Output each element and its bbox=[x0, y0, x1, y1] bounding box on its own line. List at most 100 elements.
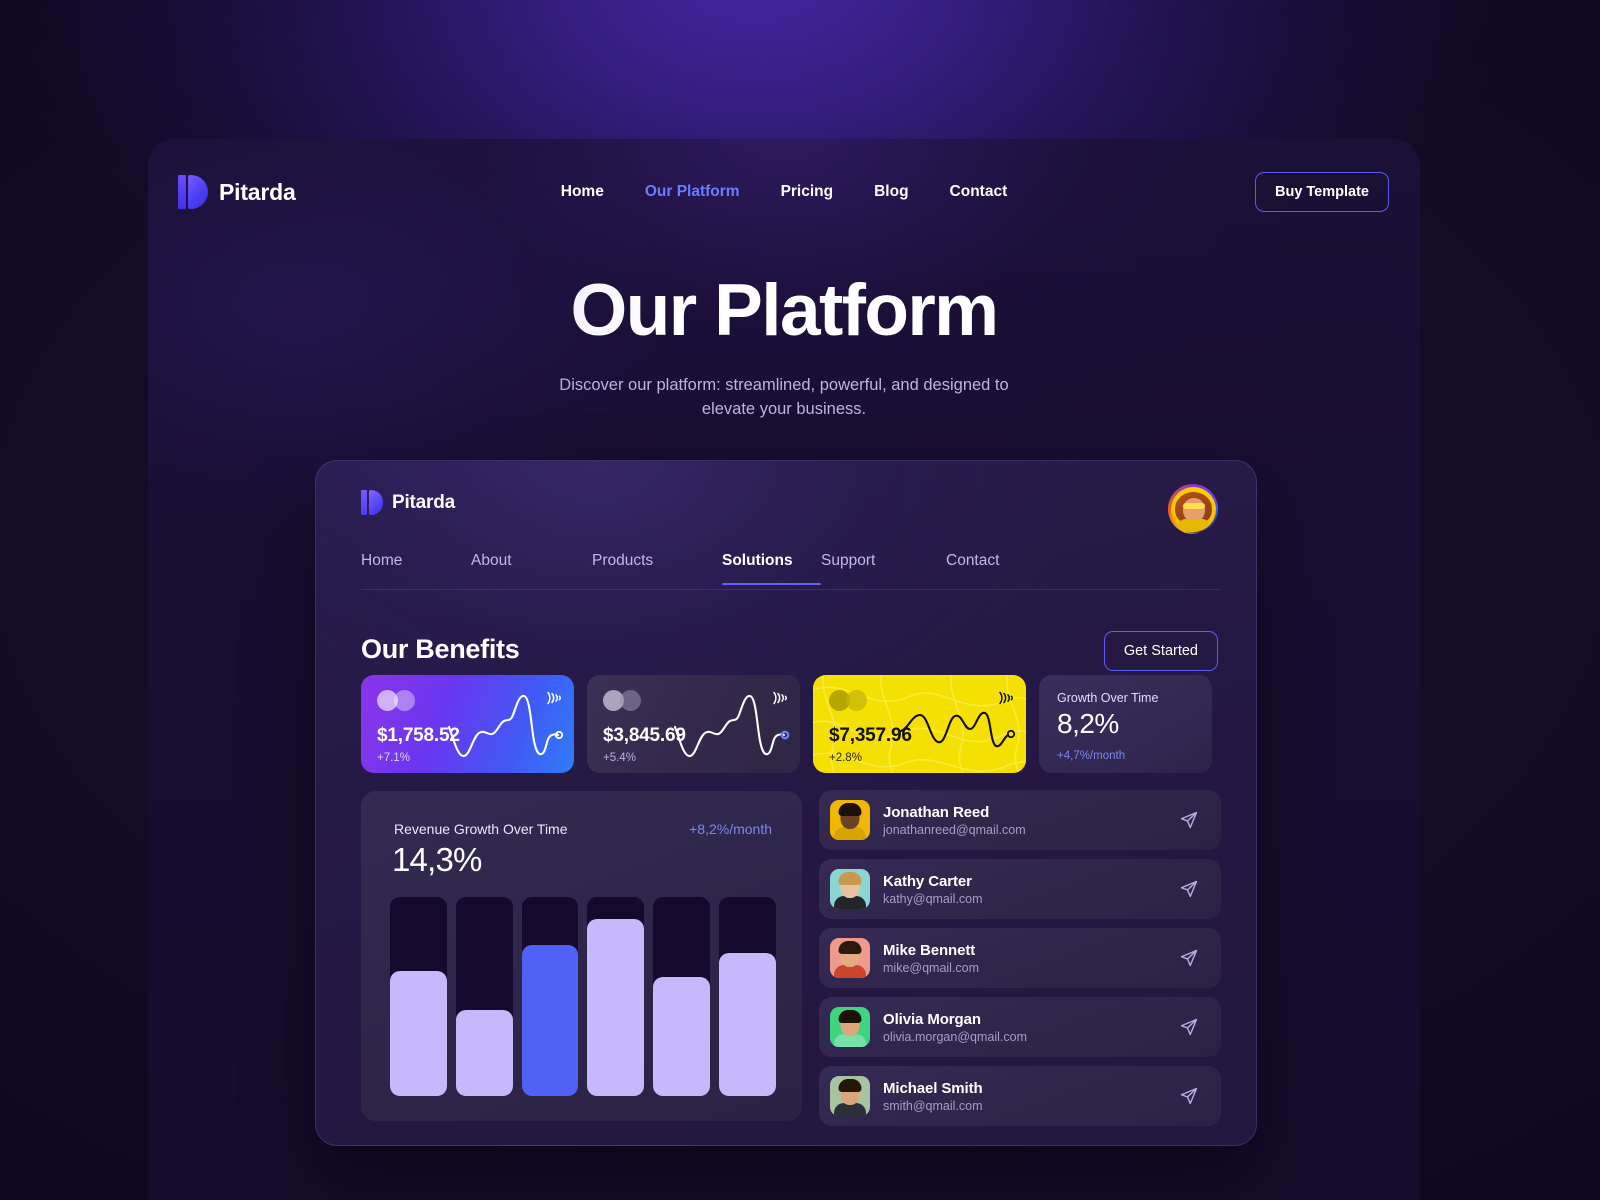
bar-column bbox=[521, 897, 579, 1096]
contact-email: mike@qmail.com bbox=[883, 960, 980, 975]
dashboard-tabs: Home About Products Solutions Support Co… bbox=[361, 552, 1221, 585]
list-item[interactable]: Michael Smith smith@qmail.com bbox=[819, 1066, 1221, 1126]
card-chip-icon bbox=[829, 690, 867, 711]
card-sparkline bbox=[447, 694, 564, 758]
balance-card-secondary[interactable]: $3,845.69 +5.4% bbox=[587, 675, 800, 773]
dashboard-logo[interactable]: Pitarda bbox=[361, 490, 455, 515]
bar-column bbox=[653, 897, 711, 1096]
pitarda-logo-icon bbox=[178, 175, 208, 209]
tab-home[interactable]: Home bbox=[361, 552, 471, 584]
card-delta: +2.8% bbox=[829, 752, 862, 764]
hero-subtitle-line1: Discover our platform: streamlined, powe… bbox=[559, 376, 1009, 394]
contact-name: Mike Bennett bbox=[883, 941, 976, 959]
contact-avatar bbox=[830, 1076, 870, 1116]
nav-item-our-platform[interactable]: Our Platform bbox=[645, 183, 740, 201]
contact-email: olivia.morgan@qmail.com bbox=[883, 1029, 1027, 1044]
revenue-bar-chart bbox=[390, 897, 776, 1096]
contact-email: jonathanreed@qmail.com bbox=[883, 822, 1026, 837]
top-navbar: Pitarda Home Our Platform Pricing Blog C… bbox=[148, 139, 1420, 245]
balance-card-primary[interactable]: $1,758.52 +7.1% bbox=[361, 675, 574, 773]
nav-item-home[interactable]: Home bbox=[561, 183, 604, 201]
list-item[interactable]: Kathy Carter kathy@qmail.com bbox=[819, 859, 1221, 919]
contact-text: Kathy Carter kathy@qmail.com bbox=[883, 873, 983, 906]
card-chip-icon bbox=[377, 690, 415, 711]
contact-name: Michael Smith bbox=[883, 1079, 983, 1097]
bar-fill bbox=[653, 976, 711, 1096]
bar-fill bbox=[521, 944, 579, 1096]
list-item[interactable]: Mike Bennett mike@qmail.com bbox=[819, 928, 1221, 988]
growth-card-value: 8,2% bbox=[1057, 708, 1119, 739]
hero-subtitle-line2: elevate your business. bbox=[701, 399, 867, 418]
dashboard-panel: Pitarda Home About Products Solutions Su… bbox=[315, 460, 1257, 1146]
avatar[interactable] bbox=[1168, 484, 1218, 534]
contact-avatar bbox=[830, 800, 870, 840]
nav-item-blog[interactable]: Blog bbox=[874, 183, 908, 201]
list-item[interactable]: Olivia Morgan olivia.morgan@qmail.com bbox=[819, 997, 1221, 1057]
tab-solutions[interactable]: Solutions bbox=[722, 552, 821, 585]
revenue-chart-annotation: +8,2%/month bbox=[689, 821, 772, 837]
dashboard-brand-name: Pitarda bbox=[392, 491, 456, 513]
contact-text: Jonathan Reed jonathanreed@qmail.com bbox=[883, 804, 1026, 837]
contact-text: Michael Smith smith@qmail.com bbox=[883, 1080, 983, 1113]
card-sparkline bbox=[673, 694, 790, 758]
pitarda-logo-icon-small bbox=[361, 490, 383, 515]
get-started-button[interactable]: Get Started bbox=[1103, 631, 1218, 671]
site-logo[interactable]: Pitarda bbox=[178, 175, 296, 209]
site-brand-name: Pitarda bbox=[219, 178, 296, 205]
tab-products[interactable]: Products bbox=[592, 552, 722, 584]
revenue-chart-panel: Revenue Growth Over Time 14,3% +8,2%/mon… bbox=[361, 791, 802, 1121]
contact-text: Olivia Morgan olivia.morgan@qmail.com bbox=[883, 1011, 1027, 1044]
bar-fill bbox=[390, 970, 447, 1096]
contact-name: Olivia Morgan bbox=[883, 1010, 981, 1028]
send-icon[interactable] bbox=[1179, 879, 1199, 899]
nav-item-contact[interactable]: Contact bbox=[950, 183, 1008, 201]
hero-subtitle: Discover our platform: streamlined, powe… bbox=[148, 374, 1420, 422]
page-title: Our Platform bbox=[570, 270, 1000, 351]
main-nav-links: Home Our Platform Pricing Blog Contact bbox=[561, 183, 1008, 201]
send-icon[interactable] bbox=[1179, 1017, 1199, 1037]
tab-about[interactable]: About bbox=[471, 552, 592, 584]
contact-name: Jonathan Reed bbox=[883, 803, 990, 821]
contact-name: Kathy Carter bbox=[883, 872, 972, 890]
bar-fill bbox=[455, 1010, 513, 1096]
growth-over-time-card[interactable]: Growth Over Time 8,2% +4,7%/month bbox=[1039, 675, 1212, 773]
balance-card-yellow[interactable]: $7,357.96 +2.8% bbox=[813, 675, 1026, 773]
avatar-image bbox=[1170, 486, 1216, 532]
list-item[interactable]: Jonathan Reed jonathanreed@qmail.com bbox=[819, 790, 1221, 850]
bar-column bbox=[719, 897, 776, 1096]
growth-card-sub: +4,7%/month bbox=[1057, 750, 1126, 762]
send-icon[interactable] bbox=[1179, 1086, 1199, 1106]
nav-item-pricing[interactable]: Pricing bbox=[781, 183, 834, 201]
stat-cards-row: $1,758.52 +7.1% $3,845.69 +5.4% $7,357.9… bbox=[361, 675, 1221, 773]
card-amount: $7,357.96 bbox=[829, 725, 912, 746]
send-icon[interactable] bbox=[1179, 948, 1199, 968]
tab-contact[interactable]: Contact bbox=[946, 552, 999, 584]
card-delta: +7.1% bbox=[377, 752, 410, 764]
revenue-chart-value: 14,3% bbox=[392, 841, 482, 878]
send-icon[interactable] bbox=[1179, 810, 1199, 830]
card-amount: $3,845.69 bbox=[603, 725, 686, 746]
section-title: Our Benefits bbox=[361, 634, 520, 664]
contact-avatar bbox=[830, 1007, 870, 1047]
tabs-divider bbox=[361, 589, 1221, 590]
buy-template-button[interactable]: Buy Template bbox=[1254, 172, 1389, 212]
contact-avatar bbox=[830, 869, 870, 909]
bar-fill bbox=[587, 918, 645, 1096]
card-delta: +5.4% bbox=[603, 752, 636, 764]
bar-column bbox=[390, 897, 447, 1096]
tab-support[interactable]: Support bbox=[821, 552, 946, 584]
site-container: Pitarda Home Our Platform Pricing Blog C… bbox=[148, 139, 1420, 1200]
contact-text: Mike Bennett mike@qmail.com bbox=[883, 942, 979, 975]
contact-email: kathy@qmail.com bbox=[883, 891, 983, 906]
bar-column bbox=[455, 897, 513, 1096]
card-sparkline bbox=[899, 711, 1016, 748]
hero-section: Our Platform Discover our platform: stre… bbox=[148, 274, 1420, 422]
bar-column bbox=[587, 897, 645, 1096]
card-amount: $1,758.52 bbox=[377, 725, 460, 746]
contact-email: smith@qmail.com bbox=[883, 1098, 983, 1113]
contacts-list: Jonathan Reed jonathanreed@qmail.com Kathy… bbox=[819, 790, 1221, 1135]
card-chip-icon bbox=[603, 690, 641, 711]
growth-card-label: Growth Over Time bbox=[1057, 691, 1159, 705]
contact-avatar bbox=[830, 938, 870, 978]
revenue-chart-label: Revenue Growth Over Time bbox=[394, 821, 568, 837]
